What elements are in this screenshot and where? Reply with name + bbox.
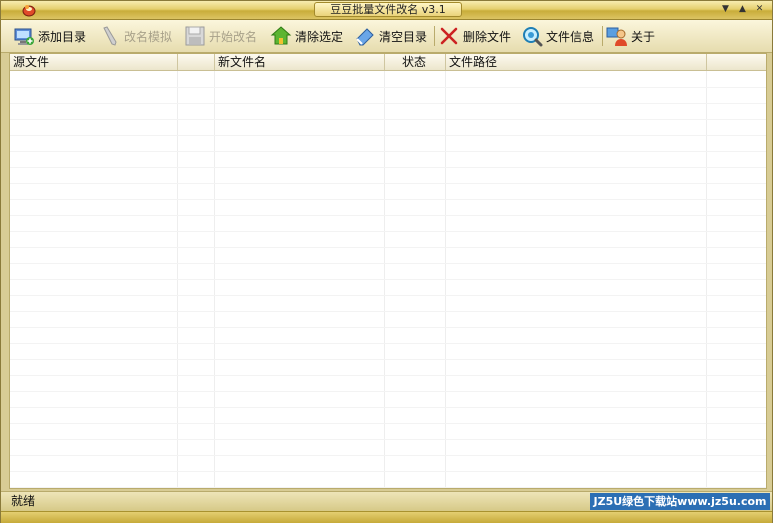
grid-line: [10, 183, 766, 184]
grid-line: [706, 71, 707, 488]
clear-selected-button[interactable]: 清除选定: [270, 23, 343, 49]
clear-selected-icon: [270, 26, 292, 45]
add-folder-icon: [14, 28, 34, 45]
grid-line: [10, 343, 766, 344]
add-folder-label: 添加目录: [38, 29, 87, 44]
app-window: 豆豆批量文件改名 v3.1 ▼ ▲ ✕ 添加目录 改名模拟 开始改名 清除选定 …: [0, 0, 773, 523]
maximize-button[interactable]: ▲: [736, 3, 749, 16]
grid-line: [10, 231, 766, 232]
grid-line: [10, 391, 766, 392]
grid-line: [10, 407, 766, 408]
start-rename-label: 开始改名: [209, 29, 258, 44]
window-controls: ▼ ▲ ✕: [719, 3, 766, 16]
app-icon: [22, 5, 36, 17]
grid-line: [10, 247, 766, 248]
delete-x-icon: [440, 27, 458, 45]
add-folder-button[interactable]: 添加目录: [13, 23, 86, 49]
toolbar: 添加目录 改名模拟 开始改名 清除选定 清空目录 删除文件 文件信息 关于: [1, 20, 772, 53]
grid-line: [384, 71, 385, 488]
toolbar-separator: [602, 26, 603, 46]
minimize-button[interactable]: ▼: [719, 3, 732, 16]
start-rename-button[interactable]: 开始改名: [184, 23, 257, 49]
grid-line: [10, 119, 766, 120]
grid-line: [10, 151, 766, 152]
grid-line: [214, 71, 215, 488]
file-list[interactable]: 源文件 新文件名 状态 文件路径: [9, 53, 767, 489]
grid-line: [10, 263, 766, 264]
clear-folder-button[interactable]: 清空目录: [354, 23, 427, 49]
rename-preview-label: 改名模拟: [124, 29, 173, 44]
status-bar: 就绪 JZ5U绿色下载站www.jz5u.com: [1, 491, 772, 511]
rename-preview-button[interactable]: 改名模拟: [99, 23, 172, 49]
grid-line: [10, 375, 766, 376]
grid-line: [10, 295, 766, 296]
clear-folder-label: 清空目录: [379, 29, 428, 44]
about-icon: [606, 27, 627, 46]
watermark-banner: JZ5U绿色下载站www.jz5u.com: [590, 493, 770, 510]
window-title: 豆豆批量文件改名 v3.1: [314, 2, 462, 17]
column-spacer[interactable]: [178, 54, 215, 70]
about-button[interactable]: 关于: [606, 23, 655, 49]
grid-line: [10, 167, 766, 168]
column-file-path[interactable]: 文件路径: [446, 54, 707, 70]
grid-line: [10, 487, 766, 488]
column-status[interactable]: 状态: [385, 54, 446, 70]
delete-file-label: 删除文件: [463, 29, 512, 44]
grid-line: [10, 471, 766, 472]
file-info-button[interactable]: 文件信息: [521, 23, 594, 49]
grid-line: [10, 215, 766, 216]
grid-line: [445, 71, 446, 488]
window-bottom-frame: [1, 511, 772, 523]
status-text: 就绪: [11, 494, 36, 508]
grid-line: [10, 103, 766, 104]
column-new-name[interactable]: 新文件名: [215, 54, 385, 70]
grid-line: [10, 439, 766, 440]
grid-line: [10, 327, 766, 328]
grid-line: [10, 135, 766, 136]
grid-line: [177, 71, 178, 488]
column-source-file[interactable]: 源文件: [10, 54, 178, 70]
close-button[interactable]: ✕: [753, 3, 766, 16]
toolbar-separator: [434, 26, 435, 46]
grid-line: [10, 279, 766, 280]
clear-selected-label: 清除选定: [295, 29, 344, 44]
grid-line: [10, 423, 766, 424]
list-header: 源文件 新文件名 状态 文件路径: [10, 54, 766, 71]
grid-line: [10, 359, 766, 360]
grid-line: [10, 199, 766, 200]
title-bar[interactable]: 豆豆批量文件改名 v3.1 ▼ ▲ ✕: [1, 1, 772, 20]
magnifier-icon: [523, 27, 543, 47]
grid-line: [10, 455, 766, 456]
file-info-label: 文件信息: [546, 29, 595, 44]
grid-line: [10, 311, 766, 312]
delete-file-button[interactable]: 删除文件: [438, 23, 511, 49]
save-disk-icon: [185, 26, 205, 46]
about-label: 关于: [631, 29, 656, 44]
pencil-icon: [103, 26, 117, 46]
eraser-icon: [356, 28, 374, 46]
grid-line: [10, 87, 766, 88]
